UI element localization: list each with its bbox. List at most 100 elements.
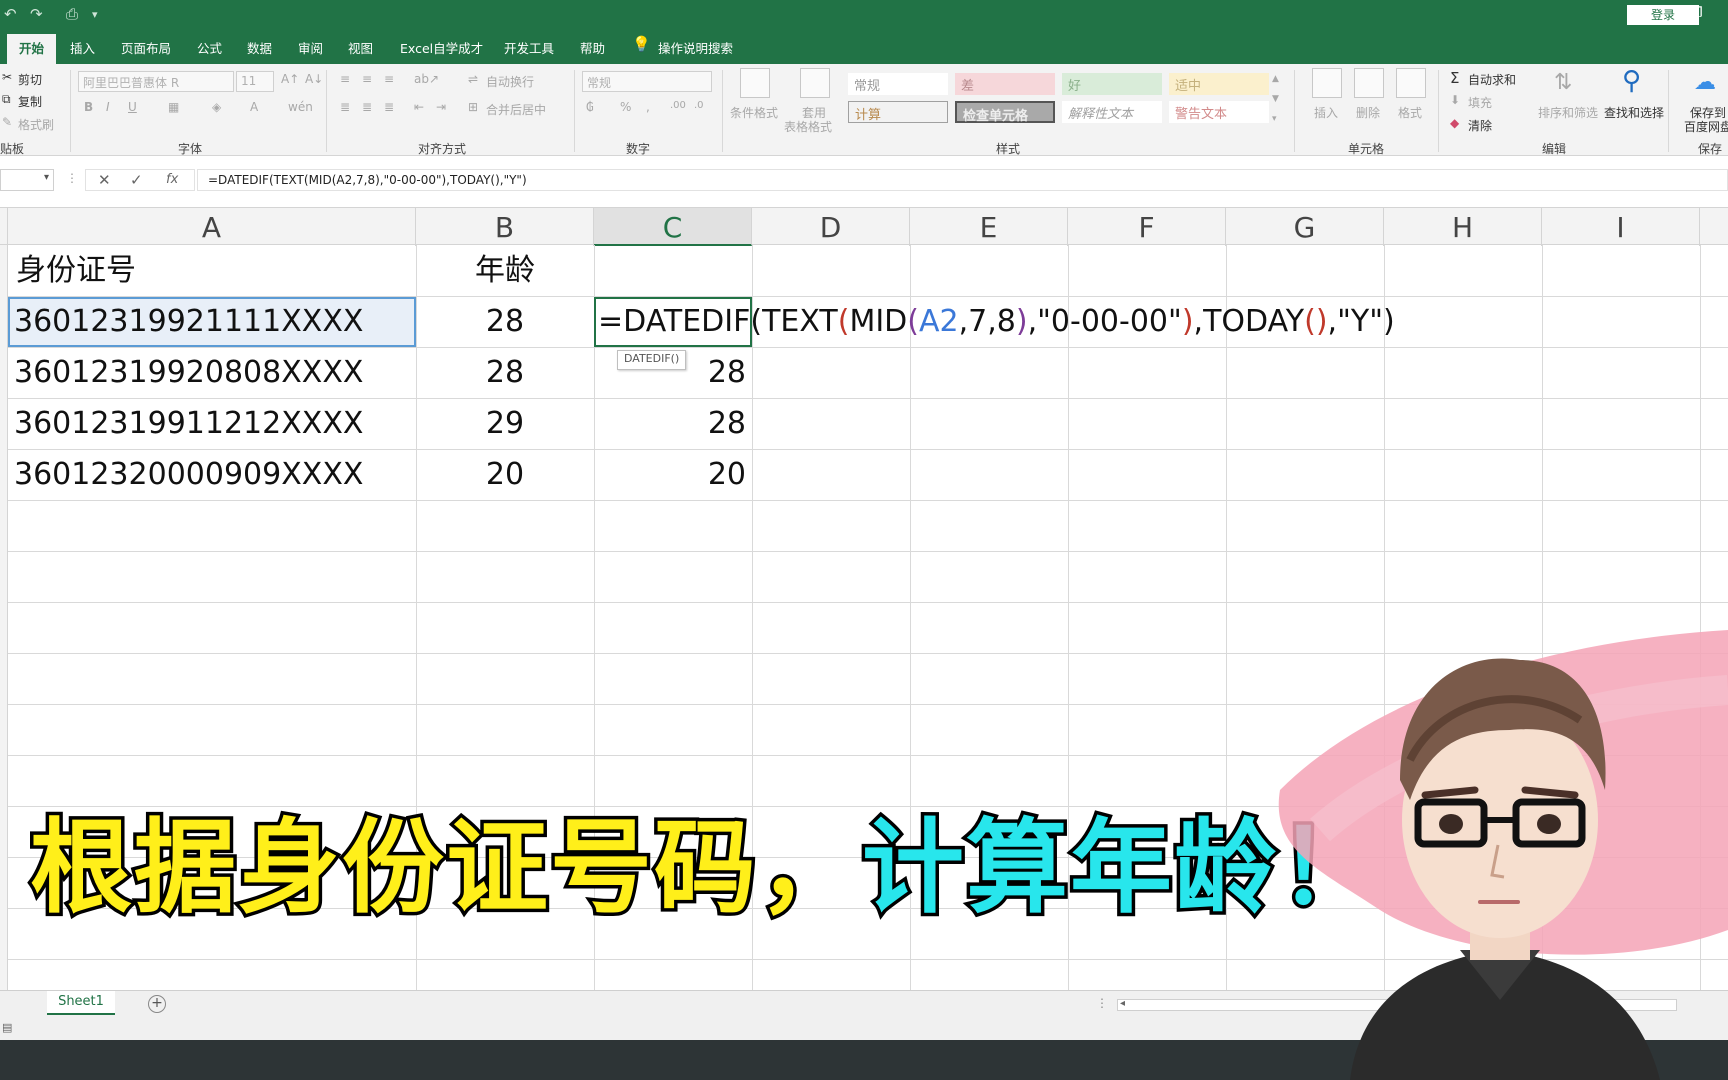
format-painter-button[interactable]: 格式刷 — [18, 116, 54, 133]
enter-icon[interactable]: ✓ — [130, 171, 143, 189]
cell-a1[interactable]: 身份证号 — [16, 246, 136, 296]
cut-icon[interactable]: ✂ — [2, 70, 12, 84]
cell-b4[interactable]: 29 — [416, 399, 594, 449]
sort-filter-icon[interactable]: ⇅ — [1554, 70, 1572, 95]
column-header-f[interactable]: F — [1068, 208, 1226, 246]
find-select-icon[interactable]: ⚲ — [1622, 66, 1641, 96]
underline-icon[interactable]: U — [128, 100, 137, 114]
accounting-format-icon[interactable]: ₲ — [586, 100, 594, 114]
clear-icon[interactable]: ◆ — [1450, 116, 1459, 130]
wrap-text-icon[interactable]: ⇌ — [468, 72, 478, 86]
table-format-label-2[interactable]: 表格格式 — [784, 118, 832, 135]
insert-cells-button[interactable]: 插入 — [1314, 104, 1338, 121]
tab-view[interactable]: 视图 — [348, 38, 373, 57]
in-cell-formula[interactable]: =DATEDIF(TEXT(MID(A2,7,8),"0-00-00"),TOD… — [598, 297, 1395, 347]
style-normal[interactable]: 常规 — [848, 73, 948, 95]
tab-data[interactable]: 数据 — [247, 38, 272, 57]
column-header-b[interactable]: B — [416, 208, 594, 246]
style-bad[interactable]: 差 — [955, 73, 1055, 95]
style-neutral[interactable]: 适中 — [1169, 73, 1269, 95]
style-warning[interactable]: 警告文本 — [1169, 101, 1269, 123]
conditional-format-button[interactable]: 条件格式 — [730, 104, 778, 121]
cell-c5[interactable]: 20 — [594, 450, 746, 500]
decrease-font-icon[interactable]: A↓ — [305, 72, 323, 86]
increase-decimal-icon[interactable]: .00 — [670, 100, 686, 111]
align-right-icon[interactable]: ≣ — [384, 100, 394, 114]
tab-help[interactable]: 帮助 — [580, 38, 605, 57]
increase-font-icon[interactable]: A↑ — [281, 72, 299, 86]
add-sheet-icon[interactable]: + — [148, 995, 166, 1013]
cell-c3[interactable]: 28 — [594, 348, 746, 398]
tab-excel-self-study[interactable]: Excel自学成才 — [400, 38, 483, 57]
tab-split-grip-icon[interactable]: ⋮ — [1096, 996, 1108, 1010]
sheet-tab-sheet1[interactable]: Sheet1 — [47, 991, 115, 1015]
style-check-cell[interactable]: 检查单元格 — [955, 101, 1055, 124]
borders-icon[interactable]: ▦ — [168, 100, 179, 114]
customize-qat-icon[interactable]: ▾ — [92, 8, 98, 21]
percent-style-icon[interactable]: % — [620, 100, 631, 114]
number-format-dropdown[interactable]: 常规 — [582, 71, 712, 92]
column-header-h[interactable]: H — [1384, 208, 1542, 246]
fill-button[interactable]: 填充 — [1468, 94, 1492, 111]
wrap-text-button[interactable]: 自动换行 — [486, 73, 534, 90]
fill-icon[interactable]: ⬇ — [1450, 93, 1460, 107]
style-good[interactable]: 好 — [1062, 73, 1162, 95]
insert-function-icon[interactable]: fx — [166, 172, 178, 187]
tab-formulas[interactable]: 公式 — [197, 38, 222, 57]
find-select-button[interactable]: 查找和选择 — [1604, 104, 1664, 121]
font-name-dropdown[interactable]: 阿里巴巴普惠体 R — [78, 71, 234, 92]
undo-icon[interactable]: ↶ — [4, 5, 17, 23]
table-format-icon[interactable] — [800, 68, 830, 98]
cell-a5[interactable]: 36012320000909XXXX — [14, 450, 363, 500]
comma-style-icon[interactable]: , — [646, 100, 650, 114]
autosum-icon[interactable]: Σ — [1450, 69, 1459, 87]
sort-filter-button[interactable]: 排序和筛选 — [1538, 104, 1598, 121]
format-cells-icon[interactable] — [1396, 68, 1426, 98]
align-top-icon[interactable]: ≡ — [340, 72, 350, 86]
align-bottom-icon[interactable]: ≡ — [384, 72, 394, 86]
cell-b1[interactable]: 年龄 — [416, 246, 594, 296]
tab-home[interactable]: 开始 — [7, 34, 57, 64]
align-middle-icon[interactable]: ≡ — [362, 72, 372, 86]
align-center-icon[interactable]: ≣ — [362, 100, 372, 114]
tab-insert[interactable]: 插入 — [70, 38, 95, 57]
insert-cells-icon[interactable] — [1312, 68, 1342, 98]
clear-button[interactable]: 清除 — [1468, 117, 1492, 134]
cancel-icon[interactable]: ✕ — [98, 171, 111, 189]
delete-cells-button[interactable]: 删除 — [1356, 104, 1380, 121]
style-explanatory[interactable]: 解释性文本 — [1062, 101, 1162, 123]
format-cells-button[interactable]: 格式 — [1398, 104, 1422, 121]
merge-center-icon[interactable]: ⊞ — [468, 100, 478, 114]
tell-me-search[interactable]: 操作说明搜索 — [658, 38, 733, 57]
phonetic-icon[interactable]: wén — [288, 100, 313, 114]
column-header-e[interactable]: E — [910, 208, 1068, 246]
restore-window-icon[interactable]: ❐ — [1690, 5, 1703, 21]
cell-b5[interactable]: 20 — [416, 450, 594, 500]
copy-button[interactable]: 复制 — [18, 93, 42, 110]
cell-b2[interactable]: 28 — [416, 297, 594, 347]
tab-review[interactable]: 审阅 — [298, 38, 323, 57]
cell-b3[interactable]: 28 — [416, 348, 594, 398]
delete-cells-icon[interactable] — [1354, 68, 1384, 98]
column-header-i[interactable]: I — [1542, 208, 1700, 246]
style-calculation[interactable]: 计算 — [848, 101, 948, 123]
format-painter-icon[interactable]: ✎ — [2, 115, 12, 129]
baidu-netdisk-icon[interactable]: ☁ — [1694, 70, 1716, 95]
cell-a2[interactable]: 36012319921111XXXX — [14, 297, 363, 347]
decrease-indent-icon[interactable]: ⇤ — [414, 100, 424, 114]
bold-icon[interactable]: B — [84, 100, 93, 114]
conditional-format-icon[interactable] — [740, 68, 770, 98]
cut-button[interactable]: 剪切 — [18, 71, 42, 88]
font-size-dropdown[interactable]: 11 — [236, 71, 274, 92]
formula-input[interactable]: =DATEDIF(TEXT(MID(A2,7,8),"0-00-00"),TOD… — [197, 169, 1728, 191]
styles-scroll-up-icon[interactable]: ▲ — [1272, 74, 1279, 84]
save-to-baidu-label-2[interactable]: 百度网盘 — [1684, 118, 1728, 135]
login-button[interactable]: 登录 — [1627, 5, 1699, 25]
name-box[interactable]: ▾ — [0, 169, 54, 191]
column-header-c[interactable]: C — [594, 208, 752, 246]
tab-page-layout[interactable]: 页面布局 — [121, 38, 171, 57]
name-box-dropdown-icon[interactable]: ▾ — [44, 172, 49, 183]
column-header-a[interactable]: A — [8, 208, 416, 246]
tab-developer[interactable]: 开发工具 — [504, 38, 554, 57]
cell-a3[interactable]: 36012319920808XXXX — [14, 348, 363, 398]
